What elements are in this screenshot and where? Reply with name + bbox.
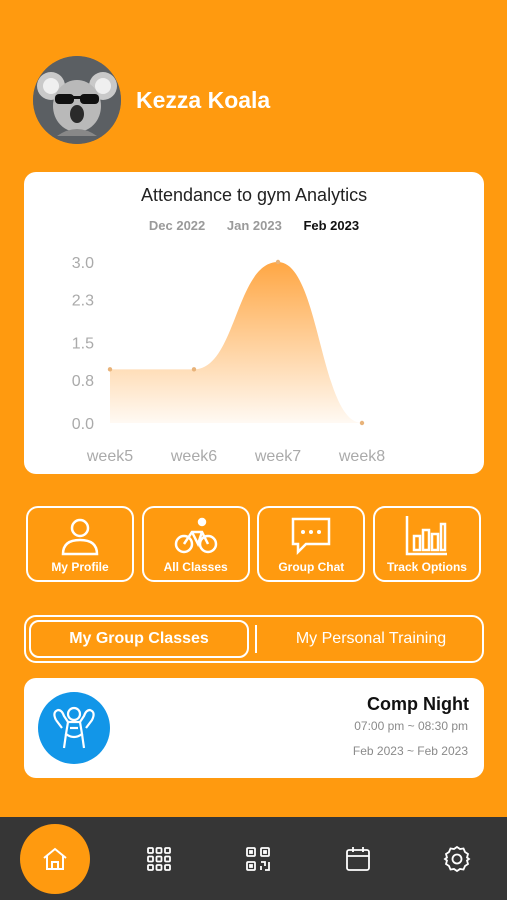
group-chat-label: Group Chat xyxy=(278,560,345,574)
bodybuilder-icon xyxy=(53,706,95,749)
data-point xyxy=(107,367,113,372)
x-tick-label: week7 xyxy=(254,448,301,465)
track-options-label: Track Options xyxy=(386,560,467,574)
period-tab-jan-2023[interactable]: Jan 2023 xyxy=(227,218,282,233)
x-tick-label: week5 xyxy=(86,448,133,465)
attendance-chart-card: 3.0 2.3 1.5 0.8 0.0 week5 week6 week7 week8 Att… xyxy=(24,172,484,474)
segment-divider xyxy=(255,625,257,653)
period-tabs: Dec 2022 Jan 2023 Feb 2023 xyxy=(24,218,484,233)
data-point xyxy=(191,367,197,372)
class-time: 07:00 pm ~ 08:30 pm xyxy=(354,719,468,733)
nav-calendar-button[interactable] xyxy=(328,829,388,889)
period-tab-feb-2023[interactable]: Feb 2023 xyxy=(303,218,359,233)
all-classes-label: All Classes xyxy=(163,560,228,574)
chart-title: Attendance to gym Analytics xyxy=(140,185,368,205)
nav-qr-button[interactable] xyxy=(228,829,288,889)
my-profile-button[interactable]: My Profile xyxy=(26,506,134,582)
profile-header: Kezza Koala xyxy=(33,56,270,144)
y-tick-label: 2.3 xyxy=(72,293,94,310)
nav-home-button[interactable] xyxy=(19,823,90,894)
nav-settings-button[interactable] xyxy=(427,829,487,889)
group-chat-button[interactable]: Group Chat xyxy=(257,506,366,582)
period-tab-dec-2022[interactable]: Dec 2022 xyxy=(149,218,205,233)
bar-chart-icon xyxy=(405,516,447,556)
x-tick-label: week6 xyxy=(170,448,217,465)
qr-code-icon xyxy=(246,846,271,871)
classes-segmented-control: My Group Classes My Personal Training xyxy=(24,615,484,663)
bicycle-icon xyxy=(174,517,217,554)
class-dates: Feb 2023 ~ Feb 2023 xyxy=(352,744,468,758)
calendar-icon xyxy=(345,846,370,871)
grid-icon xyxy=(147,846,171,871)
tab-my-group-classes[interactable]: My Group Classes xyxy=(29,620,249,658)
person-icon xyxy=(61,518,99,556)
y-tick-label: 0.0 xyxy=(72,416,94,433)
y-tick-label: 0.8 xyxy=(72,373,94,390)
bottom-navigation xyxy=(0,817,507,900)
home-icon xyxy=(43,847,67,870)
quick-actions: My Profile All Classes Group Chat Track … xyxy=(26,506,481,582)
chat-bubble-icon xyxy=(292,517,331,556)
avatar[interactable] xyxy=(33,56,121,144)
settings-icon xyxy=(443,845,471,872)
y-tick-label: 1.5 xyxy=(72,336,94,353)
koala-avatar-icon xyxy=(33,56,121,144)
tab-my-personal-training[interactable]: My Personal Training xyxy=(263,620,479,658)
class-card[interactable]: Comp Night 07:00 pm ~ 08:30 pm Feb 2023 … xyxy=(24,678,484,778)
x-tick-label: week8 xyxy=(338,448,385,465)
class-icon xyxy=(38,692,110,764)
all-classes-button[interactable]: All Classes xyxy=(141,506,250,582)
attendance-area-series xyxy=(110,262,362,423)
y-tick-label: 3.0 xyxy=(72,255,94,272)
data-point xyxy=(275,259,281,265)
class-title: Comp Night xyxy=(367,694,469,714)
user-name: Kezza Koala xyxy=(136,86,271,113)
data-point xyxy=(359,420,365,426)
nav-grid-button[interactable] xyxy=(129,829,189,889)
track-options-button[interactable]: Track Options xyxy=(372,506,481,582)
my-profile-label: My Profile xyxy=(51,560,109,574)
